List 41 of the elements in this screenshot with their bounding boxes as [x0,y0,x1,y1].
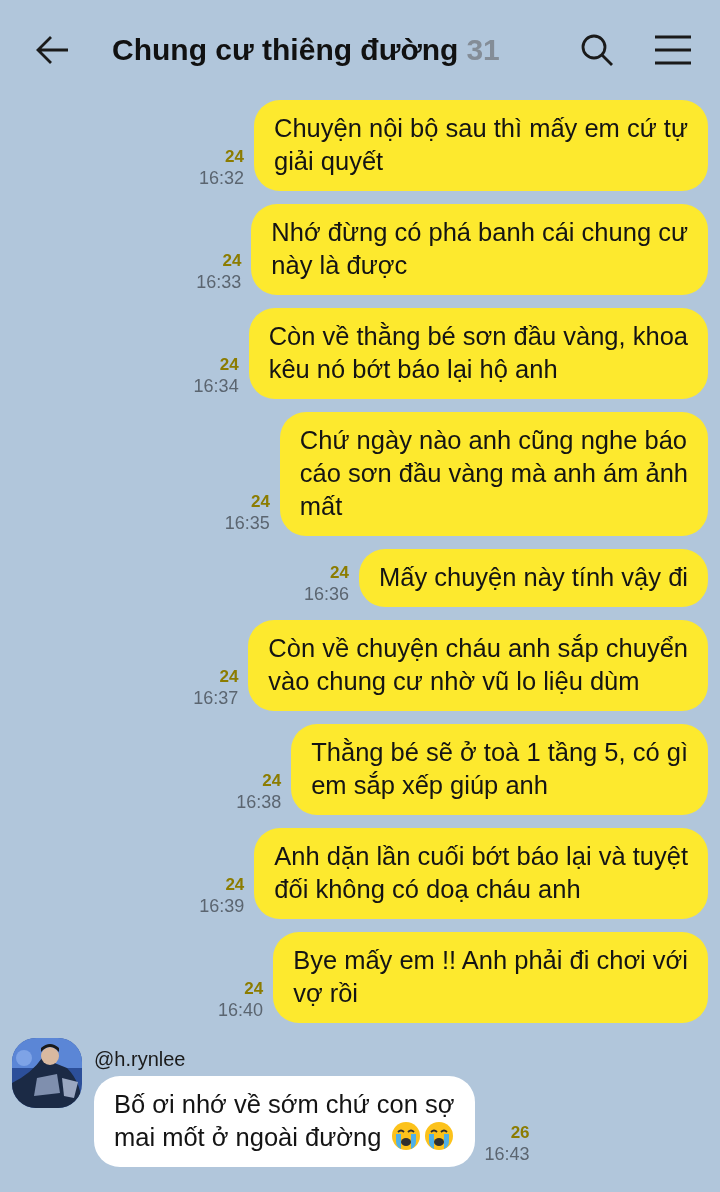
read-count: 24 [225,875,245,895]
message-time: 16:38 [236,791,282,813]
read-count: 24 [262,771,282,791]
message-time: 16:32 [198,167,244,189]
message-time: 16:40 [218,999,264,1021]
message-bubble: Nhớ đừng có phá banh cái chung cư này là được [251,204,708,295]
message-bubble: Chứ ngày nào anh cũng nghe báo cáo sơn đầu vàng mà anh ám ảnh mất [279,412,708,536]
message-bubble: Bố ơi nhớ về sớm chứ con sợ mai mốt ở ngoài đường [94,1076,475,1167]
read-count: 24 [222,251,242,271]
search-button[interactable] [580,33,614,67]
message-time: 16:36 [303,583,349,605]
message-bubble: Chuyện nội bộ sau thì mấy em cứ tự giải quyết [254,100,708,191]
read-count: 24 [219,667,239,687]
sender-name: @h.rynlee [94,1047,187,1072]
chat-title: Chung cư thiêng đường [112,33,459,67]
message-time: 16:33 [196,271,242,293]
back-arrow-icon [36,35,70,65]
search-icon [580,33,614,67]
message-bubble: Mấy chuyện này tính vậy đi [359,549,708,607]
message-bubble: Thằng bé sẽ ở toà 1 tầng 5, có gì em sắp xếp giúp anh [291,724,708,815]
menu-icon [654,35,692,65]
member-count: 31 [466,33,500,67]
message-time: 16:37 [193,687,239,709]
crying-face-icon [391,1121,422,1151]
message-bubble: Còn về thằng bé sơn đầu vàng, khoa kêu nó bớt báo lại hộ anh [248,308,708,399]
crying-face-icon [424,1121,455,1151]
back-button[interactable] [36,35,70,65]
read-count: 26 [510,1123,530,1143]
read-count: 24 [244,979,264,999]
message-bubble: Anh dặn lần cuối bớt báo lại và tuyệt đối không có doạ cháu anh [254,828,708,919]
message-bubble: Bye mấy em !! Anh phải đi chơi với vợ rồi [273,932,708,1023]
message-time: 16:43 [484,1143,530,1165]
message-bubble: Còn về chuyện cháu anh sắp chuyển vào chung cư nhờ vũ lo liệu dùm [248,620,708,711]
message-time: 16:35 [224,512,270,534]
message-time: 16:34 [193,375,239,397]
read-count: 24 [219,355,239,375]
read-count: 24 [250,492,270,512]
read-count: 24 [330,563,349,583]
read-count: 24 [225,147,244,167]
menu-button[interactable] [654,35,692,65]
message-time: 16:39 [199,895,245,917]
